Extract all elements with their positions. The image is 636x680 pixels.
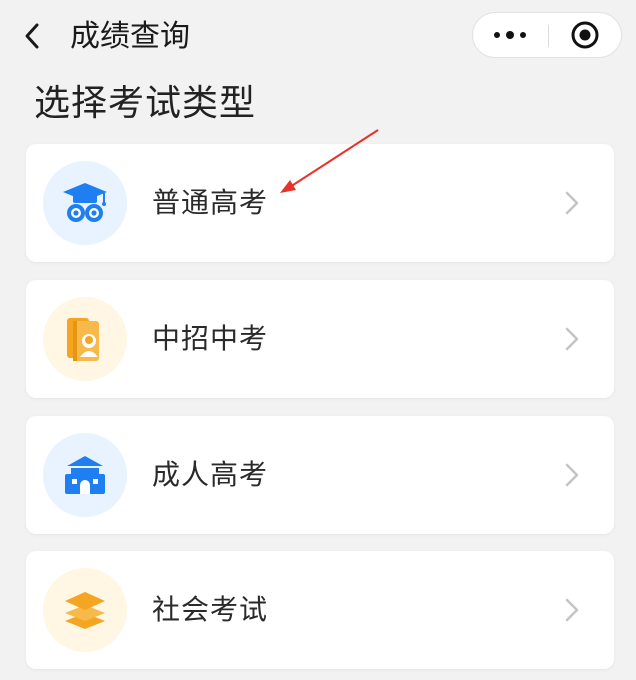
school-building-icon: [65, 456, 105, 494]
card-icon-circle: [43, 433, 127, 517]
more-button[interactable]: [473, 13, 547, 57]
target-circle-icon: [571, 21, 599, 49]
chevron-right-icon: [562, 461, 582, 489]
chevron-right-icon: [562, 325, 582, 353]
mini-program-capsule: [472, 12, 622, 58]
card-label: 成人高考: [152, 458, 269, 491]
card-label: 社会考试: [152, 593, 269, 626]
layers-stack-icon: [65, 592, 105, 629]
chevron-right-icon: [562, 596, 582, 624]
card-label: 中招中考: [152, 322, 269, 355]
card-icon-circle: [43, 297, 127, 381]
close-mini-program-button[interactable]: [549, 13, 621, 57]
exam-type-card-gaokao[interactable]: 普通高考: [26, 144, 614, 262]
graduation-owl-icon: [63, 183, 107, 222]
back-button[interactable]: [14, 18, 50, 54]
exam-type-card-social-exam[interactable]: 社会考试: [26, 551, 614, 669]
chevron-right-icon: [562, 189, 582, 217]
card-icon-circle: [43, 568, 127, 652]
exam-type-card-adult-gaokao[interactable]: 成人高考: [26, 416, 614, 534]
ellipsis-icon: [494, 31, 526, 39]
page-heading: 选择考试类型: [34, 83, 257, 124]
card-icon-circle: [43, 161, 127, 245]
navigation-bar: 成绩查询: [0, 0, 636, 74]
book-student-icon: [67, 318, 99, 361]
chevron-left-icon: [25, 23, 39, 49]
card-label: 普通高考: [152, 186, 269, 219]
exam-type-card-zhongkao[interactable]: 中招中考: [26, 280, 614, 398]
nav-title: 成绩查询: [70, 19, 190, 54]
